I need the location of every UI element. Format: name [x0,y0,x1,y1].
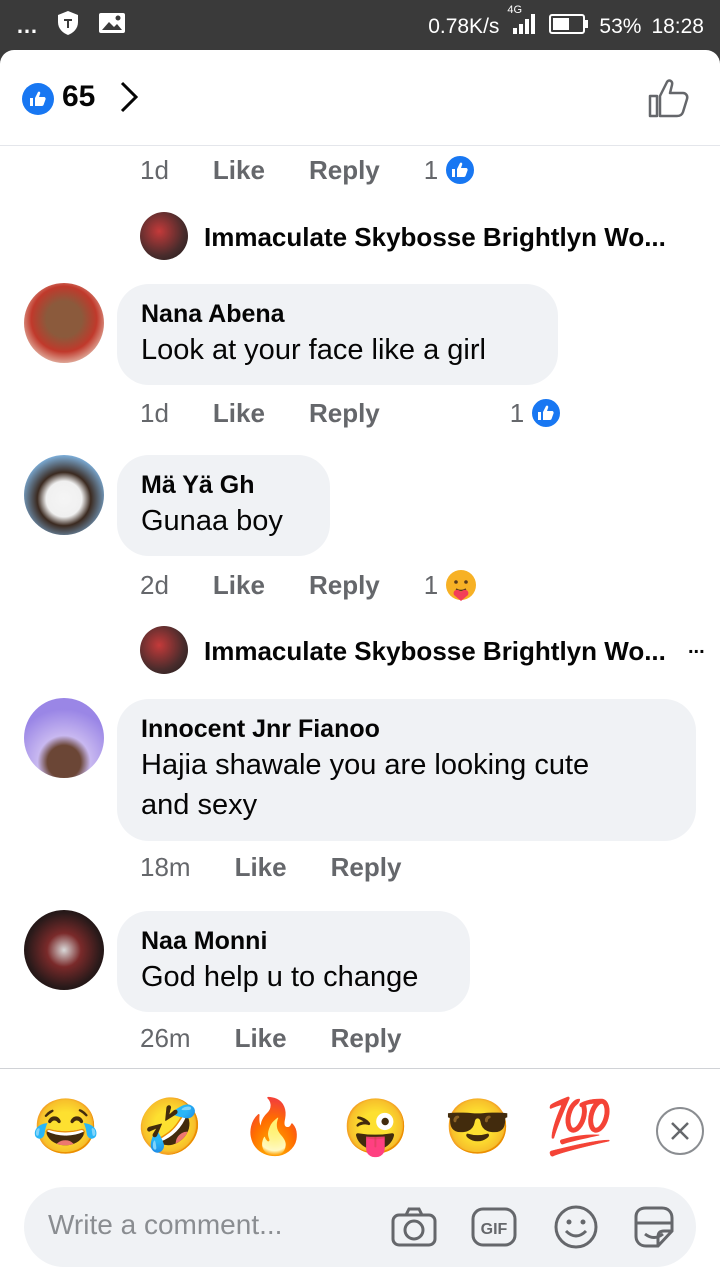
tears-of-joy-emoji-icon[interactable]: 😂 [32,1097,99,1157]
hundred-emoji-icon[interactable]: 💯 [546,1097,613,1157]
signal-icon: 4G [507,4,539,42]
comment-author[interactable]: Mä Yä Gh [141,469,306,501]
sunglasses-emoji-icon[interactable]: 😎 [444,1097,511,1157]
reaction-count-value: 1 [423,569,439,600]
comment-meta: 1d Like Reply 1 [140,397,563,429]
comment-meta: 2d Like Reply 1 [140,568,478,602]
winking-tongue-emoji-icon[interactable]: 😜 [342,1097,409,1157]
close-emoji-bar-button[interactable] [656,1107,704,1155]
reaction-count[interactable]: 1 [424,568,478,602]
reactions-header: 65 [0,50,720,146]
battery-icon [549,13,589,41]
comment-author[interactable]: Naa Monni [141,925,446,957]
avatar[interactable] [24,698,104,778]
care-reaction-icon [446,570,477,601]
reply-author-name[interactable]: Immaculate Skybosse Brightlyn Wo... [204,222,666,253]
fire-emoji-icon[interactable]: 🔥 [240,1097,307,1157]
comment-time: 18m [140,852,191,882]
reply-link[interactable]: Reply [309,155,380,186]
comment-meta: 18m Like Reply [140,852,445,883]
comment-time: 1d [140,397,169,428]
like-link[interactable]: Like [235,852,287,883]
avatar[interactable] [24,455,104,535]
like-link[interactable]: Like [213,155,265,186]
comment-bubble[interactable]: Mä Yä Gh Gunaa boy [117,455,330,556]
like-reaction-icon[interactable] [22,83,54,115]
reaction-count-value: 1 [423,154,439,185]
comment-bubble[interactable]: Naa Monni God help u to change [117,911,470,1012]
camera-icon[interactable] [390,1203,438,1251]
reply-author-avatar[interactable] [140,212,188,260]
avatar[interactable] [24,910,104,990]
clock: 18:28 [651,15,704,38]
image-icon [98,11,126,41]
like-reaction-icon [530,397,563,429]
comment-bubble[interactable]: Nana Abena Look at your face like a girl [117,284,558,385]
reply-author-name[interactable]: Immaculate Skybosse Brightlyn Wo... [204,636,666,667]
avatar[interactable] [24,283,104,363]
composer-area: 😂 🤣 🔥 😜 😎 💯 Write a comment... GIF [0,1068,720,1280]
like-post-button[interactable] [646,76,690,125]
comment-meta: 1d Like Reply 1 [140,154,477,186]
comment-time: 2d [140,569,169,600]
comment-text-line: and sexy [141,789,258,821]
reply-link[interactable]: Reply [309,570,380,601]
rofl-emoji-icon[interactable]: 🤣 [136,1097,203,1157]
comment-meta: 26m Like Reply [140,1023,445,1054]
comment-author[interactable]: Innocent Jnr Fianoo [141,713,672,745]
like-link[interactable]: Like [213,570,265,601]
svg-text:GIF: GIF [481,1221,508,1238]
comment-time: 1d [140,154,169,185]
comment-text: Gunaa boy [141,505,283,537]
comment-author[interactable]: Nana Abena [141,298,534,330]
network-type: 4G [507,4,523,16]
comment-time: 26m [140,1023,191,1053]
comments-sheet: 65 1d Like Reply 1 Immaculate Skybosse B… [0,50,720,1280]
close-icon [671,1122,689,1140]
reaction-count-value: 1 [509,397,525,428]
sticker-icon[interactable] [630,1203,678,1251]
more-options-icon[interactable]: ... [688,636,705,659]
like-link[interactable]: Like [213,398,265,429]
reply-link[interactable]: Reply [331,852,402,883]
smiley-icon[interactable] [552,1203,600,1251]
gif-icon[interactable]: GIF [470,1203,518,1251]
more-dots-icon: … [16,13,38,38]
reply-author-avatar[interactable] [140,626,188,674]
network-speed: 0.78K/s [428,15,500,38]
chevron-right-icon[interactable] [118,80,140,119]
reply-link[interactable]: Reply [309,398,380,429]
comment-placeholder: Write a comment... [48,1209,283,1240]
comment-text: Look at your face like a girl [141,334,486,366]
reaction-count[interactable]: 1 [509,397,563,429]
reply-link[interactable]: Reply [331,1023,402,1054]
comment-text-line: Hajia shawale you are looking cute [141,749,590,781]
reaction-count[interactable]: 1 [423,154,477,186]
like-reaction-icon [444,154,477,186]
like-link[interactable]: Like [235,1023,287,1054]
comment-input[interactable]: Write a comment... GIF [24,1187,696,1267]
shield-icon [56,10,80,42]
comment-bubble[interactable]: Innocent Jnr Fianoo Hajia shawale you ar… [117,699,696,841]
like-count[interactable]: 65 [62,80,95,114]
comment-text: God help u to change [141,961,419,993]
battery-percent: 53% [599,15,642,38]
status-bar: … 0.78K/s 4G 53% 18:28 [0,0,720,50]
